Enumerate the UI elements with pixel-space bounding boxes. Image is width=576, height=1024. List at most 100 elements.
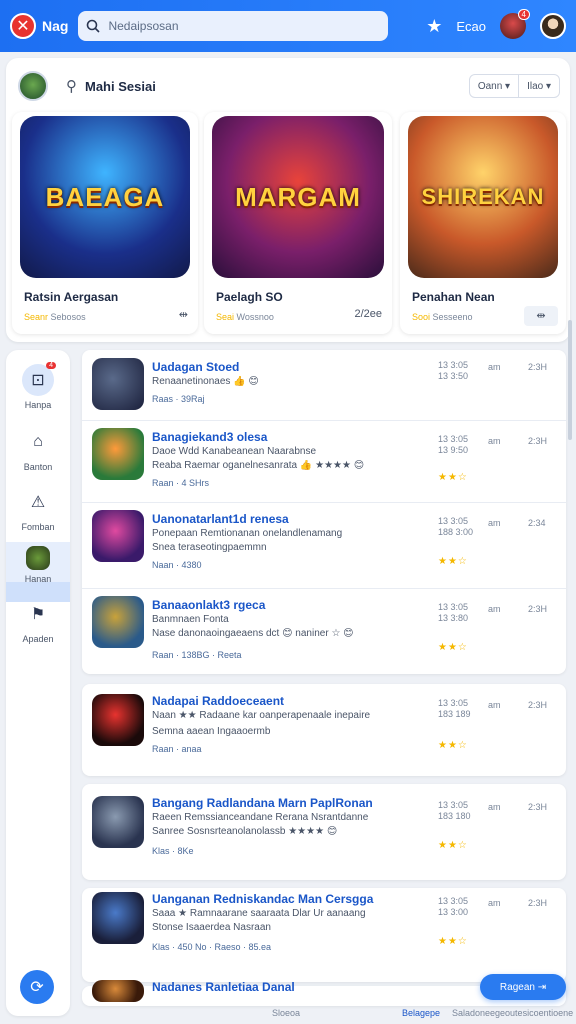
card-meta: Sooi Sesseeno bbox=[412, 312, 473, 322]
search-icon[interactable]: ⚲ bbox=[66, 77, 77, 95]
rating-stars: ★★☆ bbox=[438, 642, 468, 653]
row-divider bbox=[82, 588, 566, 589]
footer-bar: Sloeoa Belagepe Saladoneegeoutesicoentio… bbox=[80, 1004, 576, 1024]
list-item-col2: am bbox=[488, 518, 501, 528]
row-divider bbox=[82, 420, 566, 421]
game-art-title: SHIREKAN bbox=[421, 184, 545, 209]
flag-icon: ⚑ bbox=[30, 606, 46, 623]
list-item-col3: 2:3H bbox=[528, 802, 548, 812]
download-button[interactable]: Ragean ⇥ bbox=[480, 974, 566, 1000]
game-icon bbox=[92, 428, 144, 480]
nav-item-store[interactable]: ⌂ Banton bbox=[6, 426, 70, 472]
view-dropdown[interactable]: Ilao ▾ bbox=[519, 81, 559, 92]
list-item-desc2: Semna aaean Ingaaoermb bbox=[152, 726, 271, 737]
featured-card[interactable]: SHIREKAN Penahan Nean Sooi Sesseeno ⇹ bbox=[400, 112, 566, 334]
list-item-col3: 2:3H bbox=[528, 898, 548, 908]
nav-item-updates[interactable]: ⚑ Apaden bbox=[6, 598, 70, 644]
list-item-title[interactable]: Uanonatarlant1d renesa bbox=[152, 512, 289, 526]
featured-card[interactable]: MARGAM Paelagh SO Seai Wossnoo 2/2ee bbox=[204, 112, 392, 334]
nav-item-alerts[interactable]: ⚠ Fomban bbox=[6, 486, 70, 532]
list-item-date: 13 3:05 13 9:50 bbox=[438, 434, 469, 455]
card-meta-text: Sesseeno bbox=[432, 312, 473, 322]
rating-stars: ★★☆ bbox=[438, 840, 468, 851]
list-item-title[interactable]: Banagiekand3 olesa bbox=[152, 430, 267, 444]
card-action-button[interactable]: ⇹ bbox=[524, 306, 558, 326]
search-input[interactable]: Nedaipsosan bbox=[108, 19, 178, 33]
list-item-date: 13 3:05 13 3:00 bbox=[438, 896, 469, 917]
app-logo-icon[interactable]: ✕ bbox=[10, 13, 36, 39]
featured-panel: ⚲ Mahi Sesiai Oann ▾ Ilao ▾ BAEAGA Ratsi… bbox=[6, 58, 570, 342]
list-item-col3: 2:3H bbox=[528, 604, 548, 614]
list-item-title[interactable]: Nadanes Ranletiaa Danal bbox=[152, 980, 295, 994]
list-item-title[interactable]: Nadapai Raddoeceaent bbox=[152, 694, 284, 708]
list-item-col2: am bbox=[488, 604, 501, 614]
list-item-foot: Klas · 450 No · Raeso · 85.ea bbox=[152, 942, 272, 952]
list-item-date: 13 3:05 188 3:00 bbox=[438, 516, 474, 537]
list-item-desc: Naan ★★ Radaane kar oanperapenaale inepa… bbox=[152, 710, 371, 721]
list-item-desc2: Reaba Raemar oganelnesanrata 👍 ★★★★ 😊 bbox=[152, 460, 365, 471]
list-item-title[interactable]: Uadagan Stoed bbox=[152, 360, 239, 374]
game-art: BAEAGA bbox=[20, 116, 190, 278]
list-item-desc: Renaanetinonaes 👍 😊 bbox=[152, 376, 259, 387]
card-rating: Sooi bbox=[412, 312, 431, 322]
card-date: 2/2ee bbox=[354, 308, 382, 320]
top-app-bar: ✕ Nag Nedaipsosan ★ Ecao 4 bbox=[0, 0, 576, 52]
list-item-col2: am bbox=[488, 362, 501, 372]
list-item-col3: 2:3H bbox=[528, 700, 548, 710]
list-item-col3: 2:3H bbox=[528, 362, 548, 372]
side-navigation: ⊡ 4 Hanpa ⌂ Banton ⚠ Fomban Hanan ⚑ Apad… bbox=[6, 350, 70, 1016]
card-meta: Seanr Sebosos bbox=[24, 312, 86, 322]
list-item-date: 13 3:05 183 189 bbox=[438, 698, 471, 719]
row-divider bbox=[82, 502, 566, 503]
list-item-foot: Raan · anaa bbox=[152, 744, 202, 754]
featured-card[interactable]: BAEAGA Ratsin Aergasan Seanr Sebosos ⇹ bbox=[12, 112, 198, 334]
list-item-title[interactable]: Bangang Radlandana Marn PaplRonan bbox=[152, 796, 373, 810]
rating-stars: ★★☆ bbox=[438, 472, 468, 483]
featured-title: Mahi Sesiai bbox=[85, 78, 156, 94]
user-avatar[interactable] bbox=[540, 13, 566, 39]
list-item-desc2: Snea teraseotingpaemmn bbox=[152, 542, 267, 553]
game-icon bbox=[92, 358, 144, 410]
sort-dropdown[interactable]: Oann ▾ bbox=[470, 81, 518, 92]
list-item-title[interactable]: Banaaonlakt3 rgeca bbox=[152, 598, 265, 612]
nav-label: Hanpa bbox=[24, 400, 52, 410]
list-item-foot: Raan · 138BG · Reeta bbox=[152, 650, 242, 660]
store-icon: ⌂ bbox=[33, 433, 43, 450]
favorites-star-icon[interactable]: ★ bbox=[426, 16, 442, 37]
list-item-date: 13 3:05 13 3:80 bbox=[438, 602, 469, 623]
list-item-title[interactable]: Uanganan Redniskandac Man Cersgga bbox=[152, 892, 373, 906]
card-meta-text: Sebosos bbox=[50, 312, 86, 322]
nav-item-library[interactable]: Hanan bbox=[6, 542, 70, 584]
list-item-foot: Raas · 39Raj bbox=[152, 394, 205, 404]
search-icon bbox=[87, 19, 101, 33]
topbar-text-button[interactable]: Ecao bbox=[456, 19, 486, 34]
nav-label: Banton bbox=[23, 462, 53, 472]
game-icon bbox=[92, 596, 144, 648]
nav-label: Apaden bbox=[22, 634, 54, 644]
nav-badge: 4 bbox=[46, 362, 56, 369]
list-item-desc2: Sanree Sosnsrteanolanolassb ★★★★ 😊 bbox=[152, 826, 338, 837]
list-item-foot: Raan · 4 SHrs bbox=[152, 478, 210, 488]
list-item-desc: Ponepaan Remtionanan onelandlenamang bbox=[152, 528, 343, 539]
list-item-col2: am bbox=[488, 700, 501, 710]
card-rating: Seai bbox=[216, 312, 235, 322]
card-action-icon[interactable]: ⇹ bbox=[179, 308, 188, 321]
list-item-col3: 2:34 bbox=[528, 518, 546, 528]
filter-dropdown[interactable]: Oann ▾ Ilao ▾ bbox=[468, 74, 560, 98]
game-avatar[interactable]: 4 bbox=[500, 9, 530, 39]
card-title: Penahan Nean bbox=[412, 290, 495, 304]
game-icon bbox=[92, 694, 144, 746]
footer-text: Saladoneegeoutesicoentioene bbox=[452, 1008, 574, 1018]
profile-avatar[interactable] bbox=[18, 71, 48, 101]
nav-item-home[interactable]: ⊡ 4 Hanpa bbox=[6, 362, 70, 410]
notification-badge: 4 bbox=[517, 9, 530, 20]
list-item-col2: am bbox=[488, 898, 501, 908]
refresh-fab-icon[interactable]: ⟳ bbox=[20, 970, 54, 1004]
footer-link[interactable]: Belagepe bbox=[402, 1008, 440, 1018]
scrollbar[interactable] bbox=[568, 320, 572, 440]
list-item-col3: 2:3H bbox=[528, 436, 548, 446]
search-bar[interactable]: Nedaipsosan bbox=[78, 11, 389, 41]
list-item-date: 13 3:05 183 180 bbox=[438, 800, 471, 821]
nav-label: Fomban bbox=[21, 522, 55, 532]
game-art: SHIREKAN bbox=[408, 116, 558, 278]
